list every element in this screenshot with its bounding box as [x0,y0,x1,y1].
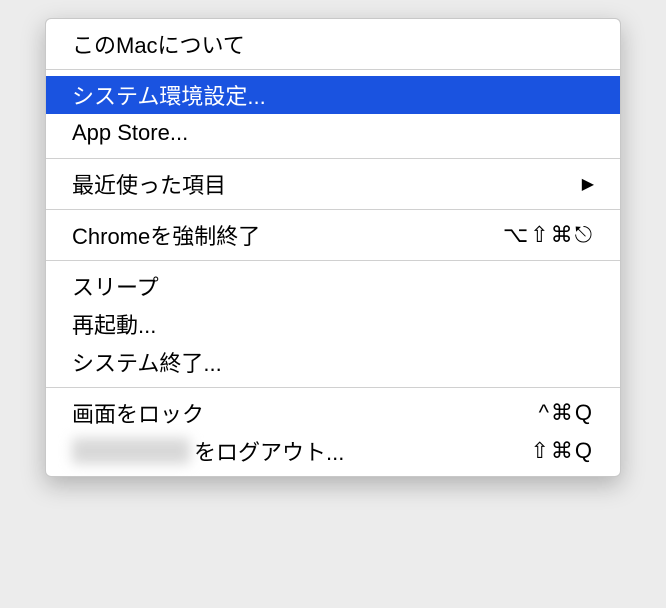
menu-item-about-this-mac[interactable]: このMacについて [46,25,620,63]
menu-separator [46,209,620,210]
keyboard-shortcut: ⌥⇧⌘⎋ [503,222,594,248]
menu-item-label: スリープ [72,270,159,302]
menu-item-label: App Store... [72,120,188,146]
keyboard-shortcut: ⇧⌘Q [530,438,594,464]
menu-separator [46,158,620,159]
menu-item-app-store[interactable]: App Store... [46,114,620,152]
menu-item-system-preferences[interactable]: システム環境設定... [46,76,620,114]
logout-suffix: をログアウト... [194,435,344,467]
keyboard-shortcut: ^⌘Q [539,400,594,426]
menu-item-force-quit[interactable]: Chromeを強制終了 ⌥⇧⌘⎋ [46,216,620,254]
menu-separator [46,260,620,261]
menu-item-label: システム環境設定... [72,79,266,111]
menu-item-label: このMacについて [72,28,245,60]
menu-item-sleep[interactable]: スリープ [46,267,620,305]
menu-separator [46,69,620,70]
menu-item-label: システム終了... [72,346,222,378]
menu-separator [46,387,620,388]
menu-item-label: 画面をロック [72,397,204,429]
menu-item-recent-items[interactable]: 最近使った項目 ▶ [46,165,620,203]
menu-item-label: Chromeを強制終了 [72,219,260,251]
submenu-arrow-icon: ▶ [582,174,594,194]
menu-item-label: 最近使った項目 [72,168,226,200]
menu-item-label: xxxxxxxxxx をログアウト... [72,435,344,467]
menu-item-logout[interactable]: xxxxxxxxxx をログアウト... ⇧⌘Q [46,432,620,470]
menu-item-label: 再起動... [72,308,156,340]
menu-item-shutdown[interactable]: システム終了... [46,343,620,381]
redacted-username: xxxxxxxxxx [72,438,190,464]
menu-item-lock-screen[interactable]: 画面をロック ^⌘Q [46,394,620,432]
menu-item-restart[interactable]: 再起動... [46,305,620,343]
apple-menu: このMacについて システム環境設定... App Store... 最近使った… [45,18,621,477]
